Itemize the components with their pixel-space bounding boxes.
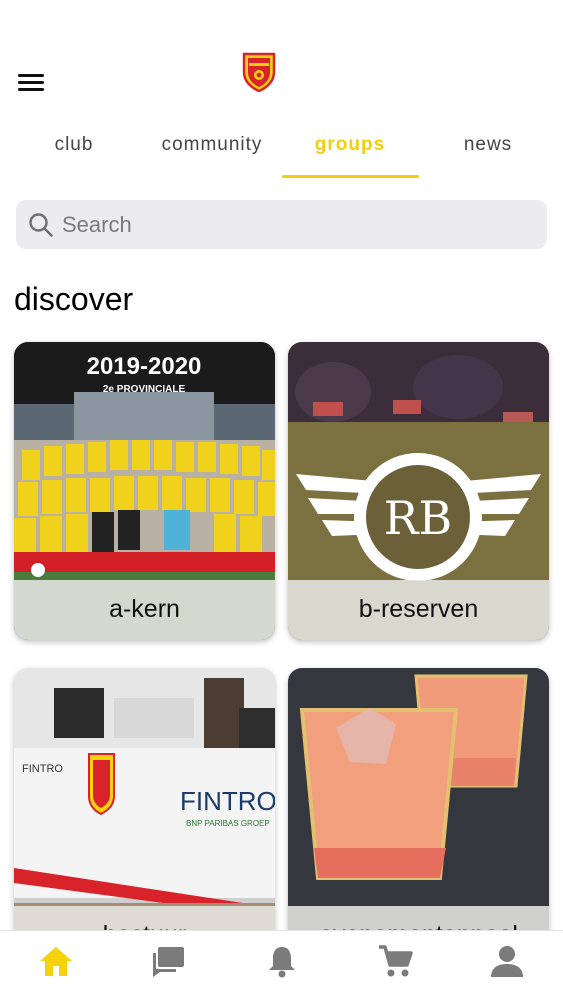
group-card-label: b-reserven [288,580,549,640]
tab-community[interactable]: community [142,118,282,178]
sponsor-text: FINTRO [180,786,275,816]
nav-home[interactable] [36,941,76,981]
top-tab-bar: club community groups news [0,118,563,180]
search-icon [29,212,53,237]
hamburger-menu-icon[interactable] [18,72,44,92]
tab-news[interactable]: news [418,118,558,178]
nav-profile[interactable] [487,941,527,981]
club-crest-logo [242,52,276,92]
sponsor-subtext: BNP PARIBAS GROEP [186,819,270,828]
image-caption-league: 2e PROVINCIALE [103,384,186,395]
group-card-label: a-kern [14,580,275,640]
chat-icon [153,947,184,977]
group-card-b-reserven[interactable]: RB b-reserven [288,342,549,640]
user-icon [491,946,523,977]
tab-club[interactable]: club [4,118,144,178]
search-bar[interactable] [16,200,547,249]
cart-icon [379,945,413,977]
nav-chat[interactable] [148,941,188,981]
nav-cart[interactable] [375,941,415,981]
search-input[interactable] [62,211,522,238]
emblem-text: RB [384,491,452,545]
active-tab-indicator [282,175,419,178]
image-caption-season: 2019-2020 [87,353,202,380]
svg-text:FINTRO: FINTRO [22,763,63,775]
tab-groups[interactable]: groups [280,118,420,178]
nav-notifications[interactable] [262,941,302,981]
bell-icon [269,947,295,978]
group-card-a-kern[interactable]: 2019-2020 2e PROVINCIALE a-kern [14,342,275,640]
group-card-bestuur[interactable]: FINTRO FINTRO BNP PARIBAS GROEP bestuur [14,668,275,966]
home-icon [40,947,72,976]
section-title-discover: discover [14,281,134,317]
group-card-evenementenpool[interactable]: evenementenpool [288,668,549,966]
app-header [0,0,563,110]
bottom-nav-bar [0,930,563,1000]
